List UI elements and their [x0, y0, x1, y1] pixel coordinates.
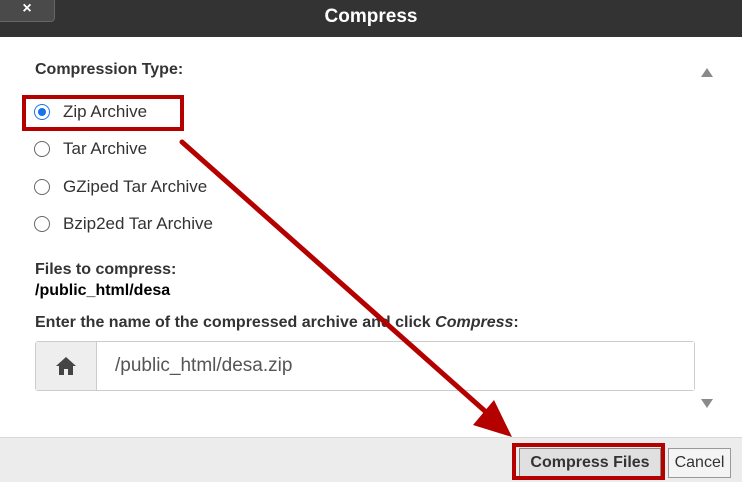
archive-name-instruction: Enter the name of the compressed archive… [35, 314, 519, 332]
radio-bzip2-tar-archive[interactable]: Bzip2ed Tar Archive [34, 213, 213, 235]
archive-name-input[interactable] [97, 342, 694, 390]
radio-button[interactable] [34, 141, 50, 157]
radio-zip-archive[interactable]: Zip Archive [34, 101, 147, 123]
dialog-titlebar: × Compress [0, 0, 742, 37]
home-icon [56, 357, 76, 375]
radio-label: Tar Archive [63, 139, 148, 158]
files-to-compress-label: Files to compress: [35, 261, 177, 278]
files-to-compress-path: /public_html/desa [35, 282, 171, 299]
instruction-emphasis: Compress [435, 314, 514, 331]
archive-name-input-group [35, 341, 695, 391]
compression-type-label: Compression Type: [35, 61, 184, 78]
scroll-down-arrow-icon[interactable] [699, 397, 715, 411]
radio-button[interactable] [34, 216, 50, 232]
radio-button-selected[interactable] [34, 104, 50, 120]
radio-label: Bzip2ed Tar Archive [63, 214, 213, 233]
instruction-suffix: : [513, 314, 519, 331]
radio-button[interactable] [34, 179, 50, 195]
home-addon [36, 342, 97, 390]
instruction-text: Enter the name of the compressed archive… [35, 314, 436, 331]
radio-gzip-tar-archive[interactable]: GZiped Tar Archive [34, 176, 207, 198]
radio-label: GZiped Tar Archive [63, 177, 208, 196]
dialog-title: Compress [324, 6, 418, 27]
cancel-button[interactable]: Cancel [668, 448, 731, 478]
radio-label: Zip Archive [63, 102, 148, 121]
scroll-up-arrow-icon[interactable] [699, 65, 715, 79]
radio-tar-archive[interactable]: Tar Archive [34, 138, 147, 160]
compress-files-button[interactable]: Compress Files [519, 448, 661, 478]
